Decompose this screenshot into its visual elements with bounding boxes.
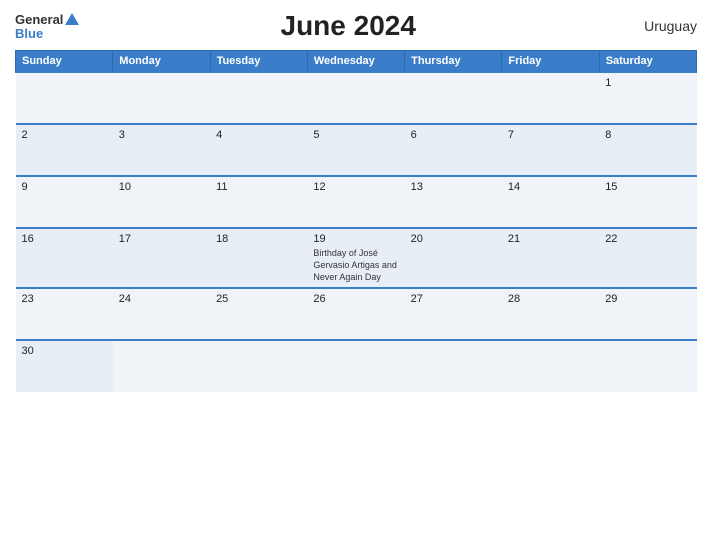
calendar-cell [405,340,502,392]
calendar-title: June 2024 [79,10,617,42]
day-number: 2 [22,129,107,141]
calendar-cell: 18 [210,228,307,288]
day-number: 8 [605,129,690,141]
calendar-cell: 24 [113,288,210,340]
calendar-week-row: 16 17 18 19 Birthday of José Gervasio Artiga… [16,228,697,288]
logo-triangle-icon [65,13,79,25]
day-number: 4 [216,129,301,141]
day-number: 24 [119,293,204,305]
calendar-cell: 12 [307,176,404,228]
day-number: 20 [411,233,496,245]
calendar-cell: 16 [16,228,113,288]
calendar-cell: 22 [599,228,696,288]
calendar-cell [113,340,210,392]
calendar-cell: 9 [16,176,113,228]
calendar-cell: 27 [405,288,502,340]
day-number: 1 [605,77,690,89]
calendar-week-row: 23 24 25 26 27 28 29 [16,288,697,340]
calendar-cell: 14 [502,176,599,228]
day-number: 30 [22,345,107,357]
calendar-header: Sunday Monday Tuesday Wednesday Thursday… [16,51,697,73]
calendar-cell [502,340,599,392]
header-tuesday: Tuesday [210,51,307,73]
calendar-cell: 2 [16,124,113,176]
header-wednesday: Wednesday [307,51,404,73]
calendar-cell: 17 [113,228,210,288]
calendar-cell [16,72,113,124]
calendar-cell: 10 [113,176,210,228]
day-number: 26 [313,293,398,305]
day-number: 23 [22,293,107,305]
calendar-cell: 13 [405,176,502,228]
calendar-cell [307,340,404,392]
calendar-cell: 4 [210,124,307,176]
calendar-cell: 11 [210,176,307,228]
calendar-cell: 5 [307,124,404,176]
page-header: General Blue June 2024 Uruguay [15,10,697,42]
calendar-cell: 19 Birthday of José Gervasio Artigas and … [307,228,404,288]
calendar-cell: 3 [113,124,210,176]
day-number: 17 [119,233,204,245]
calendar-cell: 23 [16,288,113,340]
day-number: 28 [508,293,593,305]
day-number: 9 [22,181,107,193]
day-number: 25 [216,293,301,305]
weekday-row: Sunday Monday Tuesday Wednesday Thursday… [16,51,697,73]
calendar-week-row: 30 [16,340,697,392]
calendar-cell: 20 [405,228,502,288]
day-number: 12 [313,181,398,193]
day-number: 13 [411,181,496,193]
day-number: 3 [119,129,204,141]
calendar-cell: 1 [599,72,696,124]
calendar-cell [502,72,599,124]
day-number: 11 [216,181,301,193]
calendar-cell: 7 [502,124,599,176]
calendar-cell [599,340,696,392]
calendar-cell [113,72,210,124]
day-number: 15 [605,181,690,193]
calendar-cell: 28 [502,288,599,340]
header-monday: Monday [113,51,210,73]
country-label: Uruguay [617,18,697,34]
calendar-cell: 25 [210,288,307,340]
day-number: 16 [22,233,107,245]
calendar-cell: 21 [502,228,599,288]
header-saturday: Saturday [599,51,696,73]
day-number: 29 [605,293,690,305]
header-friday: Friday [502,51,599,73]
day-number: 7 [508,129,593,141]
day-number: 5 [313,129,398,141]
day-number: 19 [313,233,398,245]
header-thursday: Thursday [405,51,502,73]
calendar-cell: 29 [599,288,696,340]
calendar-cell: 6 [405,124,502,176]
day-number: 18 [216,233,301,245]
logo: General Blue [15,13,79,40]
logo-blue: Blue [15,27,43,40]
calendar-cell [210,72,307,124]
calendar-table: Sunday Monday Tuesday Wednesday Thursday… [15,50,697,392]
calendar-cell: 15 [599,176,696,228]
day-number: 10 [119,181,204,193]
calendar-cell: 26 [307,288,404,340]
calendar-cell [405,72,502,124]
day-number: 22 [605,233,690,245]
day-number: 21 [508,233,593,245]
calendar-cell: 30 [16,340,113,392]
day-number: 27 [411,293,496,305]
logo-general: General [15,13,63,26]
calendar-week-row: 2345 678 [16,124,697,176]
calendar-body: 12345678910111213141516171819Birthday of… [16,72,697,392]
event-label: Birthday of José Gervasio Artigas and Ne… [313,248,397,282]
calendar-week-row: 9 10 11 12 13 14 15 [16,176,697,228]
calendar-cell [307,72,404,124]
calendar-cell [210,340,307,392]
day-number: 6 [411,129,496,141]
calendar-cell: 8 [599,124,696,176]
calendar-page: General Blue June 2024 Uruguay Sunday Mo… [0,0,712,550]
header-sunday: Sunday [16,51,113,73]
day-number: 14 [508,181,593,193]
calendar-week-row: 1 [16,72,697,124]
